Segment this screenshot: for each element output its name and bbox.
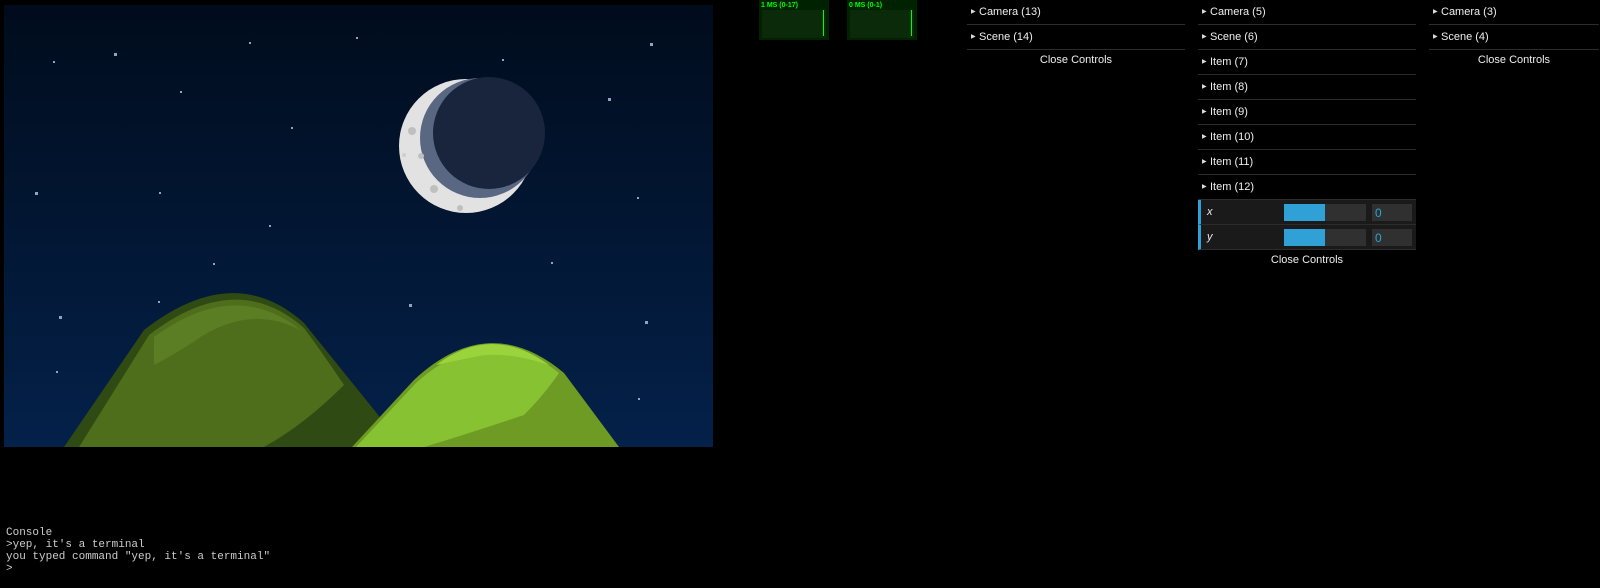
folder-camera[interactable]: ▶ Camera (13) — [967, 0, 1185, 25]
folder-label: Scene (4) — [1441, 31, 1489, 43]
control-y: y 0 — [1198, 225, 1416, 250]
stats-bar — [823, 9, 824, 36]
control-x: x 0 — [1198, 200, 1416, 225]
triangle-right-icon: ▶ — [1433, 9, 1438, 15]
gui-panel-2: ▶ Camera (5) ▶ Scene (6) ▶ Item (7) ▶ Item (… — [1198, 0, 1416, 270]
triangle-right-icon: ▶ — [1202, 59, 1207, 65]
slider-fill — [1284, 229, 1325, 246]
control-label: x — [1207, 206, 1213, 218]
triangle-right-icon: ▶ — [1202, 159, 1207, 165]
stats-graph — [850, 9, 914, 38]
folder-label: Scene (14) — [979, 31, 1033, 43]
triangle-right-icon: ▶ — [1202, 184, 1207, 190]
stats-panel-ms-2[interactable]: 0 MS (0-1) — [847, 0, 917, 40]
close-controls-button[interactable]: Close Controls — [1429, 50, 1599, 70]
console-line: you typed command "yep, it's a terminal" — [6, 551, 271, 563]
console-output[interactable]: Console >yep, it's a terminal you typed co… — [6, 527, 270, 575]
gui-panel-1: ▶ Camera (13) ▶ Scene (14) Close Controls — [967, 0, 1185, 70]
triangle-right-icon: ▶ — [1202, 109, 1207, 115]
game-canvas[interactable] — [4, 5, 713, 447]
slider-fill — [1284, 204, 1325, 221]
triangle-right-icon: ▶ — [1202, 134, 1207, 140]
folder-camera[interactable]: ▶ Camera (5) — [1198, 0, 1416, 25]
folder-scene[interactable]: ▶ Scene (4) — [1429, 25, 1599, 50]
y-number-input[interactable]: 0 — [1372, 229, 1412, 246]
console-line: >yep, it's a terminal — [6, 539, 145, 551]
folder-label: Camera (13) — [979, 6, 1041, 18]
folder-label: Item (12) — [1210, 181, 1255, 193]
stats-graph — [762, 9, 826, 38]
triangle-right-icon: ▶ — [1202, 34, 1207, 40]
control-label: y — [1207, 231, 1213, 243]
folder-item[interactable]: ▶ Item (9) — [1198, 100, 1416, 125]
triangle-right-icon: ▶ — [971, 34, 976, 40]
folder-camera[interactable]: ▶ Camera (3) — [1429, 0, 1599, 25]
triangle-right-icon: ▶ — [1202, 84, 1207, 90]
triangle-right-icon: ▶ — [971, 9, 976, 15]
folder-label: Item (8) — [1210, 81, 1248, 93]
folder-label: Item (10) — [1210, 131, 1255, 143]
folder-label: Camera (3) — [1441, 6, 1497, 18]
folder-item[interactable]: ▶ Item (8) — [1198, 75, 1416, 100]
x-slider[interactable] — [1284, 204, 1366, 221]
y-slider[interactable] — [1284, 229, 1366, 246]
folder-scene[interactable]: ▶ Scene (14) — [967, 25, 1185, 50]
console-title: Console — [6, 527, 53, 539]
folder-label: Scene (6) — [1210, 31, 1258, 43]
stats-bar — [911, 9, 912, 36]
folder-label: Item (11) — [1210, 156, 1254, 168]
folder-item[interactable]: ▶ Item (11) — [1198, 150, 1416, 175]
folder-item[interactable]: ▶ Item (10) — [1198, 125, 1416, 150]
folder-item-open[interactable]: ▶ Item (12) — [1198, 175, 1416, 200]
close-controls-button[interactable]: Close Controls — [967, 50, 1185, 70]
triangle-right-icon: ▶ — [1433, 34, 1438, 40]
stats-panel-ms[interactable]: 1 MS (0-17) — [759, 0, 829, 40]
triangle-right-icon: ▶ — [1202, 9, 1207, 15]
folder-scene[interactable]: ▶ Scene (6) — [1198, 25, 1416, 50]
folder-item[interactable]: ▶ Item (7) — [1198, 50, 1416, 75]
folder-label: Item (9) — [1210, 106, 1248, 118]
gui-panel-3: ▶ Camera (3) ▶ Scene (4) Close Controls — [1429, 0, 1599, 70]
x-number-input[interactable]: 0 — [1372, 204, 1412, 221]
folder-label: Item (7) — [1210, 56, 1248, 68]
console-prompt[interactable]: > — [6, 563, 270, 575]
close-controls-button[interactable]: Close Controls — [1198, 250, 1416, 270]
folder-label: Camera (5) — [1210, 6, 1266, 18]
